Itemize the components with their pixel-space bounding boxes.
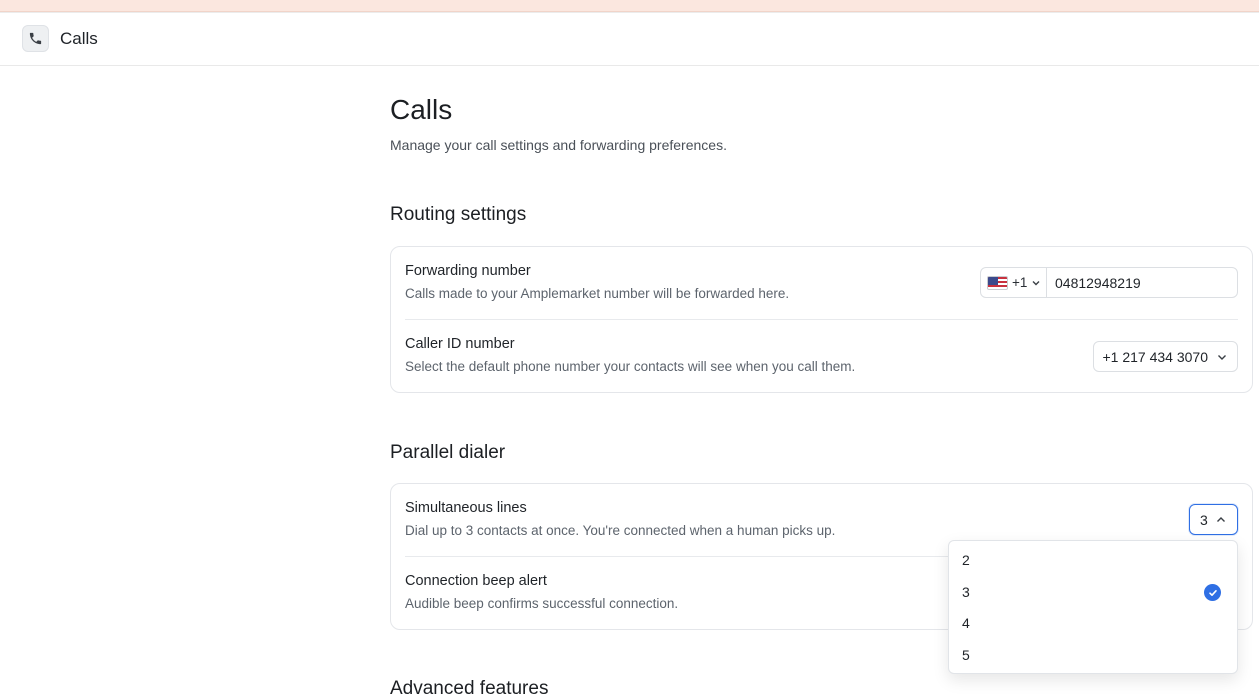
simultaneous-lines-select[interactable]: 3 — [1189, 504, 1238, 535]
routing-section-title: Routing settings — [390, 204, 527, 225]
parallel-dialer-section-title: Parallel dialer — [390, 442, 506, 463]
top-banner-strip — [0, 0, 1259, 12]
country-code-select[interactable]: +1 — [981, 268, 1047, 297]
dropdown-option-2[interactable]: 2 — [949, 545, 1237, 575]
dropdown-option-3[interactable]: 3 — [949, 577, 1237, 607]
connection-beep-description: Audible beep confirms successful connect… — [405, 596, 679, 611]
country-code-value: +1 — [1012, 275, 1028, 290]
routing-card: Forwarding number Calls made to your Amp… — [390, 246, 1253, 393]
chevron-down-icon — [1032, 280, 1040, 285]
option-label: 5 — [962, 647, 970, 663]
checkmark-icon — [1204, 584, 1221, 601]
dropdown-option-4[interactable]: 4 — [949, 608, 1237, 638]
chevron-up-icon — [1216, 516, 1225, 522]
chevron-down-icon — [1218, 354, 1226, 360]
option-label: 3 — [962, 584, 970, 600]
caller-id-description: Select the default phone number your con… — [405, 359, 856, 374]
header-title: Calls — [60, 29, 98, 48]
dropdown-option-5[interactable]: 5 — [949, 640, 1237, 670]
forwarding-number-input[interactable] — [1047, 268, 1237, 297]
simultaneous-lines-title: Simultaneous lines — [405, 500, 527, 516]
simultaneous-lines-dropdown: 2 3 4 5 — [948, 540, 1238, 674]
page-title: Calls — [390, 94, 453, 125]
page-subtitle: Manage your call settings and forwarding… — [390, 137, 727, 153]
advanced-features-section-title: Advanced features — [390, 678, 549, 699]
simultaneous-lines-value: 3 — [1200, 511, 1208, 528]
option-label: 2 — [962, 552, 970, 568]
phone-icon — [22, 25, 49, 52]
forwarding-number-field: +1 — [980, 267, 1238, 298]
caller-id-value: +1 217 434 3070 — [1102, 348, 1209, 365]
option-label: 4 — [962, 615, 970, 631]
caller-id-select[interactable]: +1 217 434 3070 — [1092, 341, 1238, 372]
forwarding-number-title: Forwarding number — [405, 263, 531, 279]
caller-id-title: Caller ID number — [405, 336, 515, 352]
top-header: Calls — [0, 12, 1259, 66]
us-flag-icon — [987, 275, 1008, 290]
connection-beep-title: Connection beep alert — [405, 573, 547, 589]
simultaneous-lines-description: Dial up to 3 contacts at once. You're co… — [405, 523, 836, 538]
forwarding-number-description: Calls made to your Amplemarket number wi… — [405, 286, 790, 301]
